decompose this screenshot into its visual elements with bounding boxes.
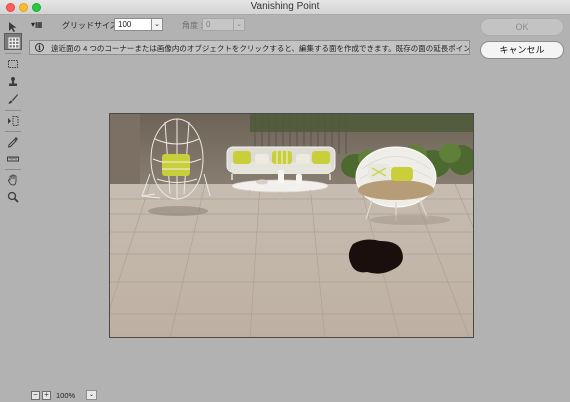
angle-input[interactable]: 0 xyxy=(202,18,234,31)
brush-tool-icon xyxy=(8,94,18,104)
ok-button[interactable]: OK xyxy=(480,18,564,36)
title-bar: Vanishing Point xyxy=(0,0,570,15)
brush-tool[interactable] xyxy=(4,90,22,107)
edit-plane-tool-icon xyxy=(9,22,17,32)
tools-separator xyxy=(5,169,21,170)
tools-separator xyxy=(5,131,21,132)
zoom-tool[interactable] xyxy=(4,188,22,205)
zoom-in-button[interactable]: + xyxy=(42,391,51,400)
info-text: 遠近面の 4 つのコーナーまたは画像内のオブジェクトをクリックすると、編集する面… xyxy=(51,44,469,53)
transform-tool-icon xyxy=(8,116,19,126)
create-plane-tool[interactable] xyxy=(4,33,22,50)
status-bar: − + 100% ⌄ xyxy=(0,388,570,402)
stamp-tool-icon xyxy=(9,77,17,86)
options-toolbar: ▾▦ グリッドサイズ : 100 ⌄ 角度 : 0 ⌄ xyxy=(26,17,466,33)
tools-separator xyxy=(5,53,21,54)
measure-tool[interactable] xyxy=(4,150,22,167)
cancel-button[interactable]: キャンセル xyxy=(480,41,564,59)
hand-tool-icon xyxy=(8,174,17,186)
zoom-dropdown-button[interactable]: ⌄ xyxy=(86,390,97,400)
grid-options-menu[interactable]: ▾▦ xyxy=(31,20,43,29)
image-canvas[interactable] xyxy=(109,113,474,338)
marquee-tool[interactable] xyxy=(4,55,22,72)
tools-separator xyxy=(5,110,21,111)
zoom-level: 100% xyxy=(56,391,76,400)
patio-photo xyxy=(110,114,473,337)
create-plane-tool-icon xyxy=(8,37,20,49)
marquee-tool-icon xyxy=(8,60,18,68)
zoom-tool-icon xyxy=(7,191,19,203)
transform-tool[interactable] xyxy=(4,112,22,129)
eyedropper-tool-icon xyxy=(7,137,18,148)
info-icon: i xyxy=(35,43,44,52)
stamp-tool[interactable] xyxy=(4,73,22,90)
measure-tool-icon xyxy=(7,156,19,162)
hand-tool[interactable] xyxy=(4,171,22,188)
info-bar: i 遠近面の 4 つのコーナーまたは画像内のオブジェクトをクリックすると、編集す… xyxy=(29,40,470,55)
angle-label: 角度 : xyxy=(182,21,203,30)
angle-dropdown-button[interactable]: ⌄ xyxy=(233,18,245,31)
tools-panel xyxy=(0,16,26,402)
grid-size-input[interactable]: 100 xyxy=(114,18,152,31)
eyedropper-tool[interactable] xyxy=(4,133,22,150)
window-title: Vanishing Point xyxy=(250,1,320,12)
zoom-out-button[interactable]: − xyxy=(31,391,40,400)
grid-size-dropdown-button[interactable]: ⌄ xyxy=(151,18,163,31)
